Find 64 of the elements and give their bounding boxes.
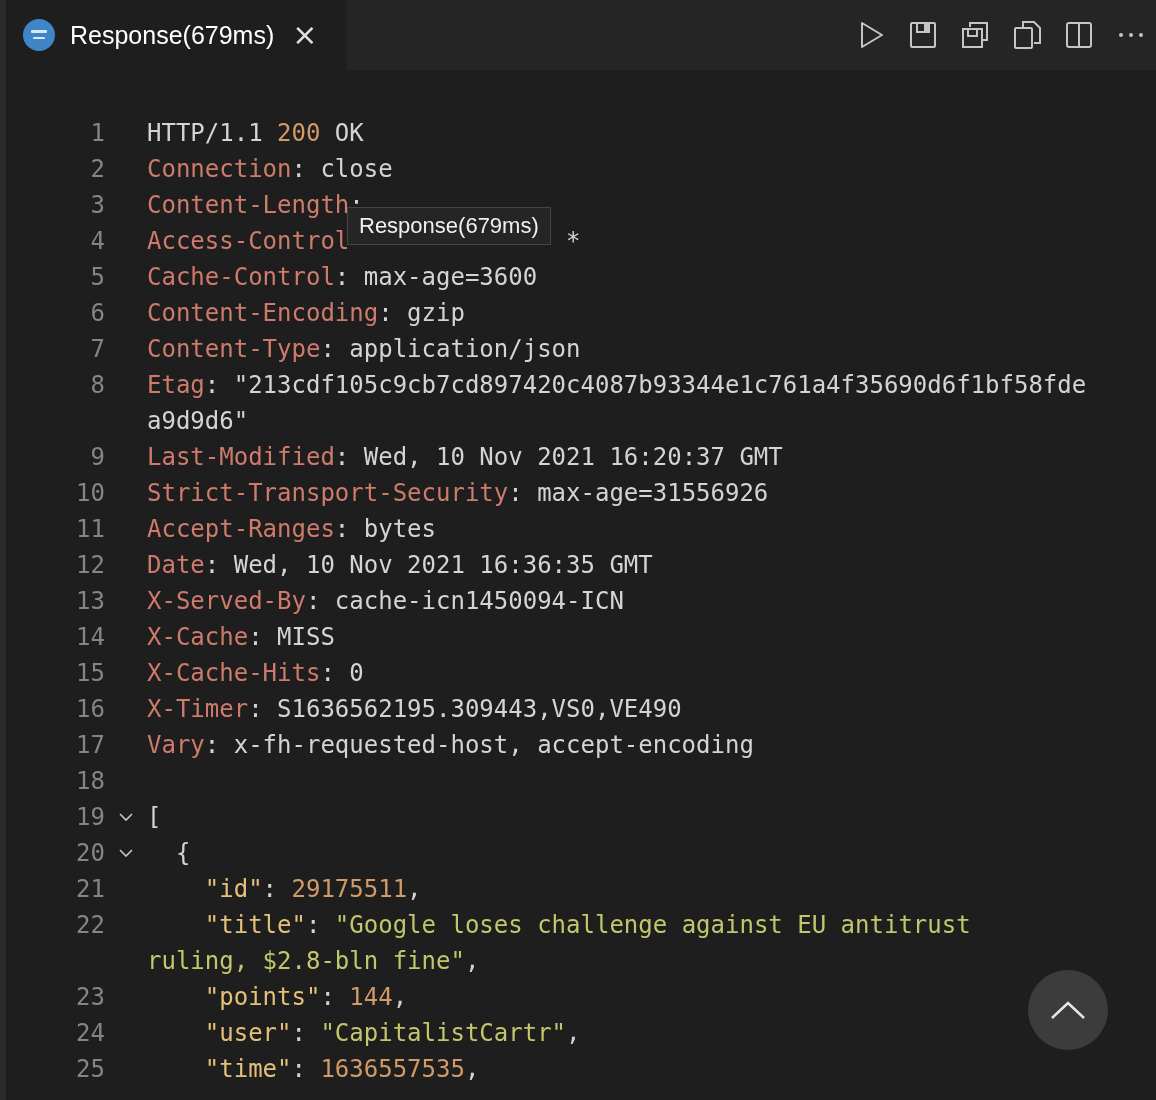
line-number: 8 <box>89 370 105 401</box>
save-icon <box>908 20 938 50</box>
tab-title: Response(679ms) <box>70 20 275 50</box>
save-all-icon <box>960 20 990 50</box>
code-line: "time": 1636557535, <box>203 1055 480 1083</box>
line-number: 21 <box>75 874 105 905</box>
code-line: X-Cache: MISS <box>147 623 335 651</box>
code-line: X-Served-By: cache-icn1450094-ICN <box>147 587 624 615</box>
code-line: "user": "CapitalistCartr", <box>203 1019 581 1047</box>
save-all-button[interactable] <box>960 20 990 50</box>
code-line: Date: Wed, 10 Nov 2021 16:36:35 GMT <box>147 551 653 579</box>
code-line: HTTP/1.1 200 OK <box>147 119 364 147</box>
line-number: 13 <box>75 586 105 617</box>
line-number: 2 <box>89 154 105 185</box>
logo-icon <box>22 18 56 52</box>
line-number: 25 <box>75 1054 105 1085</box>
save-button[interactable] <box>908 20 938 50</box>
line-number: 17 <box>75 730 105 761</box>
code-line: Content-Encoding: gzip <box>147 299 465 327</box>
line-number: 9 <box>89 442 105 473</box>
code-line: Connection: close <box>147 155 393 183</box>
split-editor-icon <box>1064 20 1094 50</box>
line-number: 11 <box>75 514 105 545</box>
split-editor-button[interactable] <box>1064 20 1094 50</box>
line-number: 22 <box>75 910 105 941</box>
code-line: Content-Type: application/json <box>147 335 581 363</box>
line-number: 3 <box>89 190 105 221</box>
line-number: 4 <box>89 226 105 257</box>
line-number: 23 <box>75 982 105 1013</box>
code-line: Strict-Transport-Security: max-age=31556926 <box>147 479 769 507</box>
code-line: Cache-Control: max-age=3600 <box>147 263 538 291</box>
code-line: * <box>565 227 581 255</box>
line-number: 15 <box>75 658 105 689</box>
line-number: 14 <box>75 622 105 653</box>
code-line: Last-Modified: Wed, 10 Nov 2021 16:20:37 GMT <box>147 443 783 471</box>
code-line: Vary: x-fh-requested-host, accept-encoding <box>147 731 754 759</box>
chevron-up-icon <box>1050 1000 1086 1020</box>
tooltip: Response(679ms) <box>347 207 551 245</box>
line-number: 16 <box>75 694 105 725</box>
line-number: 12 <box>75 550 105 581</box>
line-number: 6 <box>89 298 105 329</box>
code-line: X-Timer: S1636562195.309443,VS0,VE490 <box>147 695 682 723</box>
copy-icon <box>1012 20 1042 50</box>
code-line: X-Cache-Hits: 0 <box>147 659 364 687</box>
close-button[interactable]: × <box>288 20 322 50</box>
line-number: 7 <box>89 334 105 365</box>
code-line: { <box>174 839 191 867</box>
code-line: Etag: "213cdf105c9cb7cd897420c4087b93344e1c761a4f35690d6f1bf58fdea9d9d6" <box>147 371 1087 435</box>
line-number: 19 <box>75 802 105 833</box>
code-line: "points": 144, <box>203 983 408 1011</box>
line-number: 1 <box>89 118 105 149</box>
line-number: 18 <box>75 766 105 797</box>
line-number: 24 <box>75 1018 105 1049</box>
code-line: "title": "Google loses challenge against EU antitrust ruling, $2.8-bln fine", <box>147 911 972 975</box>
line-number: 10 <box>75 478 105 509</box>
editor-tab[interactable]: Response(679ms) × <box>6 0 346 70</box>
line-number: 20 <box>75 838 105 869</box>
code-line: Accept-Ranges: bytes <box>147 515 436 543</box>
copy-button[interactable] <box>1012 20 1042 50</box>
line-number: 5 <box>89 262 105 293</box>
more-icon <box>1118 32 1144 38</box>
code-line: Access-Control <box>147 227 350 255</box>
code-line: "id": 29175511, <box>203 875 422 903</box>
code-line: [ <box>147 803 162 831</box>
